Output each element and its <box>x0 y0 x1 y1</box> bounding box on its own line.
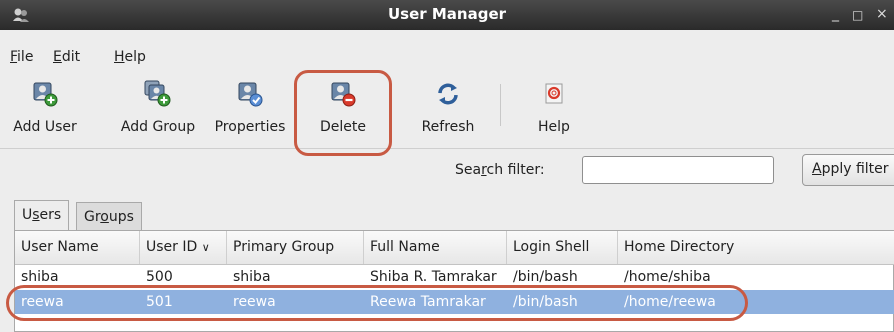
menu-edit[interactable]: Edit <box>53 49 80 65</box>
properties-icon <box>238 82 263 107</box>
column-header-home-directory[interactable]: Home Directory <box>618 231 894 264</box>
column-header-label: Home Directory <box>624 239 735 255</box>
tab-groups[interactable]: Groups <box>76 202 142 230</box>
menu-bar: File Edit Help <box>0 30 894 70</box>
add-user-icon <box>33 82 58 107</box>
window-title: User Manager <box>387 5 507 23</box>
column-header-label: Login Shell <box>513 239 590 255</box>
column-header-label: Full Name <box>370 239 440 255</box>
toolbar: Add User Add Group Properties Delete Ref… <box>0 70 894 156</box>
column-header-label: User Name <box>21 239 99 255</box>
user-manager-window: User Manager _ □ × File Edit Help Add Us… <box>0 0 894 332</box>
menu-help-label: elp <box>124 49 146 65</box>
toolbar-separator <box>500 84 501 126</box>
search-filter-label: Search filter: <box>455 162 545 178</box>
menu-file[interactable]: File <box>10 49 33 65</box>
properties-button[interactable]: Properties <box>207 76 293 136</box>
title-bar: User Manager _ □ × <box>0 0 894 30</box>
column-header-full-name[interactable]: Full Name <box>364 231 507 264</box>
tab-users[interactable]: Users <box>14 200 70 230</box>
maximize-icon[interactable]: □ <box>852 8 863 22</box>
column-header-label: User ID <box>146 239 198 255</box>
cell-user-id: 500 <box>146 269 173 285</box>
tab-users-post: ers <box>39 207 62 223</box>
refresh-label: Refresh <box>421 119 475 135</box>
apply-filter-button[interactable]: Apply filter <box>802 154 894 186</box>
tab-users-pre: U <box>22 207 33 223</box>
search-bar: Search filter: Apply filter <box>0 148 894 194</box>
sort-descending-icon: ∨ <box>201 241 210 254</box>
menu-file-mnemonic: F <box>10 49 18 65</box>
menu-edit-mnemonic: E <box>53 49 62 65</box>
cell-full-name: Shiba R. Tamrakar <box>370 269 497 285</box>
tab-groups-post: ups <box>108 209 134 225</box>
tab-groups-pre: Gr <box>84 209 101 225</box>
tab-bar: Users Groups <box>0 194 894 230</box>
help-icon <box>545 83 563 104</box>
minimize-icon[interactable]: _ <box>832 6 839 22</box>
add-user-button[interactable]: Add User <box>2 76 88 136</box>
tab-groups-mnemonic: o <box>100 209 109 225</box>
help-label: Help <box>538 119 570 135</box>
cell-primary-group: shiba <box>233 269 271 285</box>
column-header-user-id[interactable]: User ID ∨ <box>140 231 227 264</box>
table-header: User Name User ID ∨ Primary Group Full N… <box>15 231 894 265</box>
menu-file-label: ile <box>17 49 34 65</box>
search-filter-input[interactable] <box>582 156 774 184</box>
delete-annotation-highlight <box>294 70 392 156</box>
add-group-label: Add Group <box>120 119 196 135</box>
menu-help[interactable]: Help <box>114 49 146 65</box>
cell-login-shell: /bin/bash <box>513 269 578 285</box>
apply-filter-label: pply filter <box>821 161 889 177</box>
column-header-user-name[interactable]: User Name <box>15 231 140 264</box>
menu-help-mnemonic: H <box>114 49 125 65</box>
column-header-label: Primary Group <box>233 239 335 255</box>
cell-home-directory: /home/shiba <box>624 269 711 285</box>
search-label-pre: Sea <box>455 162 482 178</box>
column-header-login-shell[interactable]: Login Shell <box>507 231 618 264</box>
help-button[interactable]: Help <box>511 76 597 136</box>
row-annotation-highlight <box>6 285 748 321</box>
add-user-label: Add User <box>13 119 77 135</box>
refresh-icon <box>438 83 458 105</box>
cell-user-name: shiba <box>21 269 59 285</box>
menu-edit-label: dit <box>61 49 81 65</box>
tab-users-mnemonic: s <box>32 207 40 223</box>
apply-filter-mnemonic: A <box>812 161 822 177</box>
refresh-button[interactable]: Refresh <box>405 76 491 136</box>
add-group-icon <box>144 80 171 107</box>
search-label-post: ch filter: <box>486 162 545 178</box>
column-header-primary-group[interactable]: Primary Group <box>227 231 364 264</box>
add-group-button[interactable]: Add Group <box>115 76 201 136</box>
properties-label: Properties <box>214 119 286 135</box>
close-icon[interactable]: × <box>876 6 888 22</box>
